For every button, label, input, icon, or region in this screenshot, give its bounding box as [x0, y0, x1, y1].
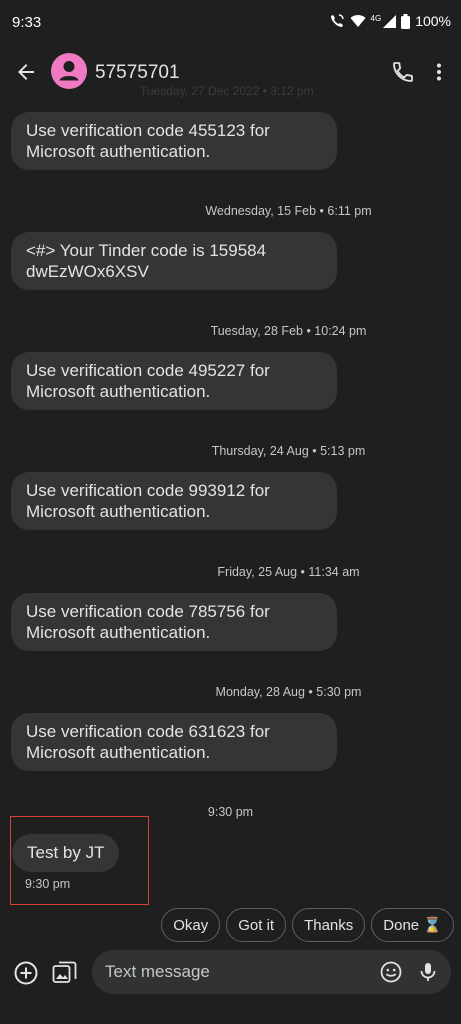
date-separator: Monday, 28 Aug • 5:30 pm [215, 685, 362, 699]
message-bubble[interactable]: <#> Your Tinder code is 159584 dwEzWOx6X… [11, 232, 337, 290]
back-arrow-icon[interactable] [14, 60, 38, 84]
conversation-header: 57575701 Tuesday, 27 Dec 2022 • 3:12 pm [0, 48, 461, 98]
gallery-icon[interactable] [52, 960, 78, 986]
battery-icon [401, 13, 411, 29]
smart-reply-got-it[interactable]: Got it [226, 908, 287, 942]
date-separator: Thursday, 24 Aug • 5:13 pm [211, 444, 366, 458]
wifi-icon [350, 15, 366, 27]
emoji-icon[interactable] [379, 960, 403, 984]
message-bubble[interactable]: Use verification code 993912 for Microso… [11, 472, 337, 530]
contact-title: 57575701 [95, 62, 180, 83]
smart-reply-done[interactable]: Done ⌛ [371, 908, 454, 942]
compose-bar: Text message [0, 948, 461, 1000]
date-separator: Wednesday, 15 Feb • 6:11 pm [205, 204, 372, 218]
message-bubble[interactable]: Use verification code 785756 for Microso… [11, 593, 337, 651]
sent-message-bubble[interactable]: Test by JT [12, 834, 120, 872]
message-bubble[interactable]: Use verification code 495227 for Microso… [11, 352, 337, 410]
smart-reply-thanks[interactable]: Thanks [292, 908, 366, 942]
message-input-placeholder: Text message [105, 962, 210, 981]
message-bubble[interactable]: Use verification code 455123 for Microso… [11, 112, 337, 170]
smart-reply-okay[interactable]: Okay [161, 908, 221, 942]
person-icon [59, 61, 79, 81]
wifi-call-icon [330, 14, 344, 27]
message-bubble[interactable]: Use verification code 631623 for Microso… [11, 713, 337, 771]
battery-percent: 100% [415, 13, 451, 29]
sent-message-time: 9:30 pm [25, 877, 71, 891]
date-separator: Tuesday, 28 Feb • 10:24 pm [210, 324, 367, 338]
smart-reply-chips: Okay Got it Thanks Done ⌛ [161, 908, 454, 942]
status-bar: 9:33 4G 100% [0, 0, 461, 48]
date-separator: Friday, 25 Aug • 11:34 am [217, 565, 360, 579]
scrolled-date-separator: Tuesday, 27 Dec 2022 • 3:12 pm [140, 84, 314, 98]
add-circle-icon[interactable] [13, 960, 39, 986]
signal-icon [383, 14, 397, 28]
contact-avatar[interactable] [51, 53, 87, 89]
status-time: 9:33 [12, 14, 42, 31]
status-icons: 4G 100% [329, 13, 451, 29]
network-type: 4G [370, 13, 382, 23]
phone-icon[interactable] [391, 60, 415, 84]
more-vert-icon[interactable] [427, 60, 451, 84]
microphone-icon[interactable] [416, 960, 440, 984]
message-input[interactable]: Text message [92, 950, 451, 994]
